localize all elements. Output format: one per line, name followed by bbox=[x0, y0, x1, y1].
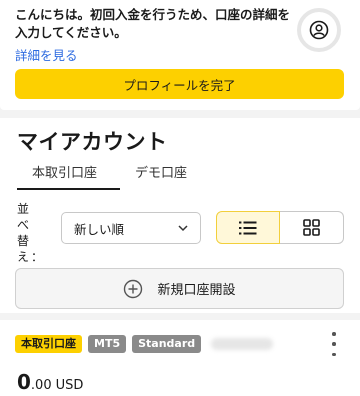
list-view-button[interactable] bbox=[216, 211, 280, 244]
open-new-account-label: 新規口座開設 bbox=[157, 283, 236, 298]
account-type-badge: 本取引口座 bbox=[15, 335, 82, 353]
sort-label: 並べ替え： bbox=[17, 202, 46, 264]
profile-progress-ring bbox=[297, 8, 341, 52]
balance-decimal: .00 bbox=[30, 378, 52, 393]
profile-completion-banner: こんにちは。初回入金を行うため、口座の詳細を入力してください。 詳細を見る プロ… bbox=[0, 0, 360, 110]
grid-view-button[interactable] bbox=[280, 211, 344, 244]
platform-badge: MT5 bbox=[88, 335, 127, 353]
user-icon bbox=[309, 20, 329, 40]
account-kind-badge: Standard bbox=[132, 335, 202, 353]
balance-currency: USD bbox=[55, 378, 84, 393]
tab-real-account[interactable]: 本取引口座 bbox=[32, 162, 97, 181]
tab-demo-account[interactable]: デモ口座 bbox=[135, 162, 187, 181]
sort-select[interactable]: 新しい順 bbox=[61, 212, 201, 244]
complete-profile-button[interactable]: プロフィールを完了 bbox=[15, 69, 344, 99]
account-balance: 0 .00 USD bbox=[17, 370, 83, 394]
sort-select-value: 新しい順 bbox=[74, 221, 125, 237]
open-new-account-button[interactable]: 新規口座開設 bbox=[15, 268, 344, 309]
my-accounts-panel: マイアカウント 本取引口座 デモ口座 並べ替え： 新しい順 新規口座開設 bbox=[0, 118, 360, 313]
plus-circle-icon bbox=[124, 279, 143, 298]
more-vertical-icon[interactable] bbox=[328, 332, 340, 356]
chevron-down-icon bbox=[178, 225, 188, 232]
banner-message: こんにちは。初回入金を行うため、口座の詳細を入力してください。 bbox=[15, 7, 291, 40]
active-tab-indicator bbox=[17, 188, 120, 190]
account-badges: 本取引口座 MT5 Standard bbox=[15, 335, 274, 353]
list-view-icon bbox=[239, 221, 257, 234]
redacted-account-number bbox=[211, 338, 274, 350]
details-link[interactable]: 詳細を見る bbox=[15, 45, 78, 64]
account-card[interactable]: 本取引口座 MT5 Standard 0 .00 USD bbox=[0, 320, 360, 396]
grid-view-icon bbox=[303, 219, 320, 236]
balance-integer: 0 bbox=[17, 370, 31, 394]
page-title: マイアカウント bbox=[17, 130, 168, 154]
